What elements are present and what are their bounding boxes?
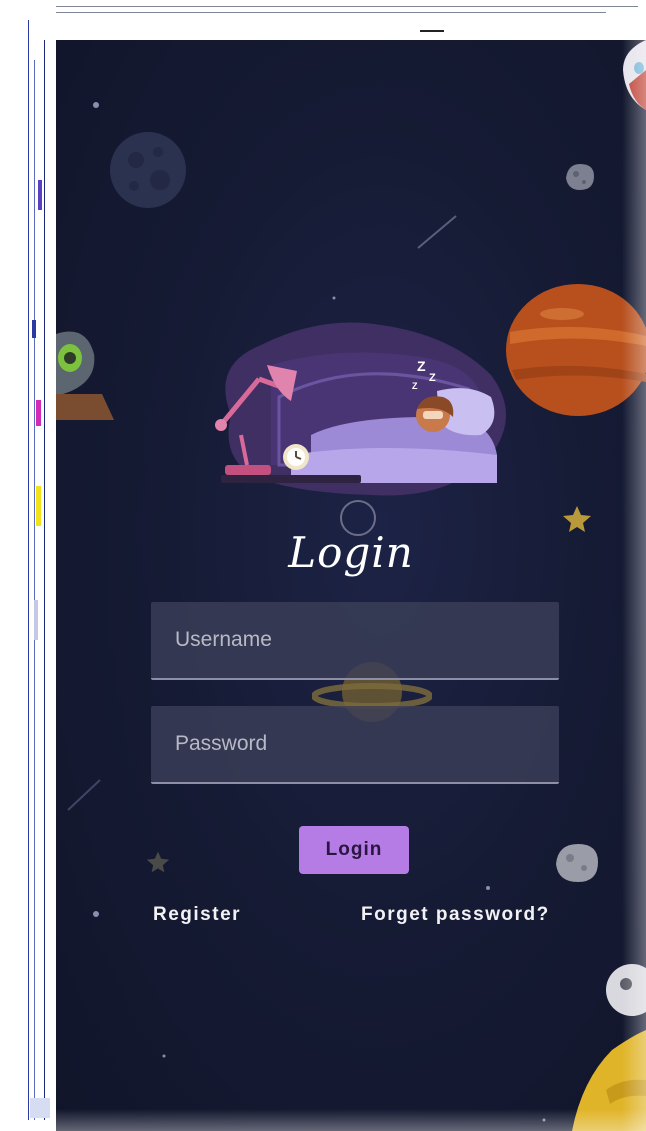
- sleeping-person-icon: Z Z Z: [215, 322, 506, 496]
- frame-line: [44, 40, 45, 1120]
- star-dot: [332, 296, 336, 300]
- screenshot-stage: Z Z Z Login Login Register For: [0, 0, 646, 1131]
- login-screen: Z Z Z Login Login Register For: [56, 40, 646, 1131]
- shooting-star: [67, 779, 101, 811]
- username-field-container: [151, 602, 559, 680]
- password-field-container: [151, 706, 559, 784]
- register-link[interactable]: Register: [153, 904, 241, 926]
- star-dot: [93, 911, 99, 917]
- left-frame: [0, 0, 56, 1131]
- svg-text:Z: Z: [429, 372, 436, 384]
- svg-text:Z: Z: [412, 381, 418, 391]
- svg-text:Z: Z: [417, 358, 426, 374]
- forgot-password-link[interactable]: Forget password?: [361, 904, 550, 926]
- frame-glitch: [30, 1098, 50, 1118]
- star-dot: [162, 1054, 166, 1058]
- top-frame-rule: [420, 30, 444, 32]
- frame-line: [34, 60, 35, 1120]
- edge-fade: [622, 40, 646, 1131]
- login-button[interactable]: Login: [299, 826, 409, 874]
- star-icon: [146, 851, 170, 873]
- password-input[interactable]: [151, 706, 559, 782]
- username-input[interactable]: [151, 602, 559, 678]
- page-title: Login: [288, 528, 414, 577]
- asteroid-icon: [566, 164, 594, 190]
- bottom-fade: [56, 1109, 646, 1131]
- frame-line: [28, 20, 29, 1120]
- frame-glitch: [34, 600, 38, 640]
- top-frame-rule: [8, 6, 638, 7]
- alien-icon: [56, 331, 114, 420]
- asteroid-icon: [556, 844, 598, 882]
- shooting-star: [417, 215, 457, 249]
- frame-glitch: [32, 320, 36, 338]
- frame-glitch: [36, 400, 41, 426]
- moon-icon: [110, 132, 186, 208]
- frame-glitch: [36, 486, 41, 526]
- top-frame: [0, 0, 646, 41]
- star-dot: [93, 102, 99, 108]
- star-dot: [486, 886, 490, 890]
- top-frame-rule: [40, 12, 606, 13]
- frame-glitch: [38, 180, 42, 210]
